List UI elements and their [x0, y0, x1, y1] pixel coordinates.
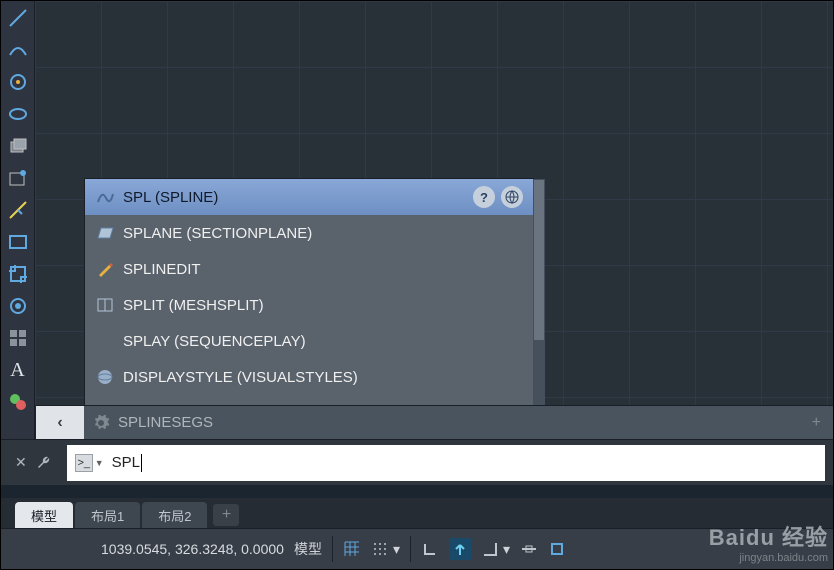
autocomplete-label: SPL (SPLINE): [123, 189, 218, 206]
autocomplete-label: SPLIT (MESHSPLIT): [123, 297, 264, 314]
osnap-icon[interactable]: ▾: [481, 540, 510, 558]
dropdown-icon[interactable]: ▼: [95, 458, 104, 468]
polar-icon[interactable]: [449, 538, 471, 560]
globe-icon: [95, 367, 115, 387]
scrollbar-thumb[interactable]: [534, 180, 544, 340]
autocomplete-item[interactable]: [85, 395, 533, 405]
coordinates-display: 1039.0545, 326.3248, 0.0000: [101, 541, 284, 557]
tool-crop-icon[interactable]: [5, 261, 31, 287]
tab-model[interactable]: 模型: [15, 502, 73, 528]
tool-grid-icon[interactable]: [5, 325, 31, 351]
tab-layout2[interactable]: 布局2: [142, 502, 207, 528]
tool-measure-icon[interactable]: [5, 197, 31, 223]
tool-color-icon[interactable]: [5, 389, 31, 415]
split-icon: [95, 295, 115, 315]
autocomplete-item[interactable]: SPLIT (MESHSPLIT): [85, 287, 533, 323]
otrack-icon[interactable]: [520, 540, 538, 558]
grid-toggle-icon[interactable]: [343, 540, 361, 558]
autocomplete-label: SPLAY (SEQUENCEPLAY): [123, 333, 306, 350]
tool-box-icon[interactable]: [5, 133, 31, 159]
autocomplete-label: SPLANE (SECTIONPLANE): [123, 225, 312, 242]
status-bar: 1039.0545, 326.3248, 0.0000 模型 ▾ ▾: [1, 528, 833, 569]
autocomplete-help-icons: ?: [473, 186, 523, 208]
tool-camera-icon[interactable]: [5, 293, 31, 319]
plane-icon: [95, 223, 115, 243]
autocomplete-popup: SPL (SPLINE) ? SPLANE (SECTIONPLANE) SPL…: [84, 178, 534, 406]
tool-arc-icon[interactable]: [5, 37, 31, 63]
text-caret: [141, 454, 142, 472]
autocomplete-scrollbar[interactable]: [533, 179, 545, 405]
tab-layout1[interactable]: 布局1: [75, 502, 140, 528]
left-toolbar: A: [1, 1, 35, 439]
command-text: SPL: [112, 454, 140, 471]
autocomplete-item[interactable]: SPLANE (SECTIONPLANE): [85, 215, 533, 251]
tool-ellipse-icon[interactable]: [5, 101, 31, 127]
expand-plus-button[interactable]: +: [812, 414, 821, 432]
tool-rectangle-icon[interactable]: [5, 229, 31, 255]
close-icon[interactable]: ✕: [15, 454, 27, 471]
lineweight-icon[interactable]: [548, 540, 566, 558]
expand-left-button[interactable]: ‹: [36, 406, 84, 439]
autocomplete-item[interactable]: SPL (SPLINE) ?: [85, 179, 533, 215]
grid-display-icon[interactable]: ▾: [371, 540, 400, 558]
autocomplete-item[interactable]: DISPLAYSTYLE (VISUALSTYLES): [85, 359, 533, 395]
spline-icon: [95, 187, 115, 207]
autocomplete-label: SPLINEDIT: [123, 261, 201, 278]
tool-circle-icon[interactable]: [5, 69, 31, 95]
autocomplete-item[interactable]: SPLAY (SEQUENCEPLAY): [85, 323, 533, 359]
command-line-row: ✕ >_ ▼ SPL: [1, 439, 833, 485]
model-space-button[interactable]: 模型: [294, 539, 322, 559]
ortho-icon[interactable]: [421, 540, 439, 558]
layout-tabs: 模型 布局1 布局2 +: [1, 498, 833, 528]
pencil-icon: [95, 259, 115, 279]
tool-line-icon[interactable]: [5, 5, 31, 31]
help-icon[interactable]: ?: [473, 186, 495, 208]
tool-polygon-icon[interactable]: [5, 165, 31, 191]
globe-icon[interactable]: [501, 186, 523, 208]
command-history-row: ‹ SPLINESEGS +: [36, 405, 833, 439]
command-input[interactable]: >_ ▼ SPL: [67, 445, 825, 481]
prompt-icon: >_: [75, 454, 93, 472]
autocomplete-item[interactable]: SPLINEDIT: [85, 251, 533, 287]
add-tab-button[interactable]: +: [213, 504, 239, 526]
autocomplete-label: DISPLAYSTYLE (VISUALSTYLES): [123, 369, 358, 386]
tool-text-icon[interactable]: A: [5, 357, 31, 383]
blank-icon: [95, 331, 115, 351]
command-history-text: SPLINESEGS: [118, 414, 812, 431]
gear-icon[interactable]: [92, 414, 110, 432]
wrench-icon[interactable]: [35, 454, 53, 472]
